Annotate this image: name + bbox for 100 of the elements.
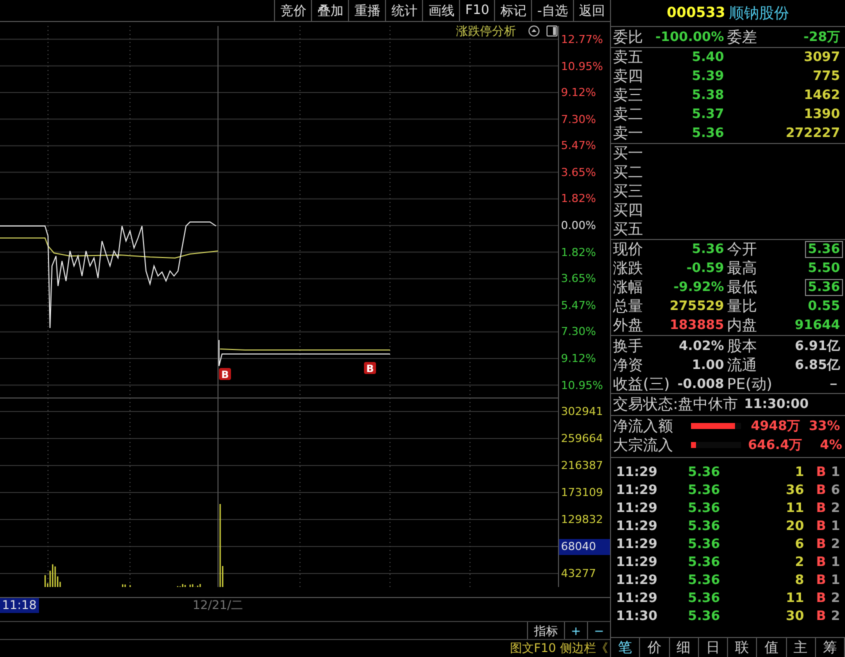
trade-time: 11:30	[615, 608, 658, 624]
trade-time: 11:29	[615, 518, 658, 534]
volume-axis-label: 68040	[559, 538, 610, 555]
volume-axis-label: 302941	[560, 404, 604, 420]
quote-label: 量比	[727, 297, 758, 316]
trade-count: 2	[830, 608, 841, 624]
flow-label: 大宗流入	[613, 436, 674, 454]
price-axis-label: 10.95%	[560, 378, 603, 394]
trade-price: 5.36	[686, 482, 721, 498]
quote-value: 275529	[668, 298, 725, 315]
quote-value: -0.59	[686, 260, 725, 277]
trade-volume: 1	[794, 464, 805, 480]
trade-time: 11:29	[615, 482, 658, 498]
ask-price: 5.37	[690, 106, 725, 123]
time-axis-label: 11:18	[0, 598, 39, 614]
price-axis-label: 5.47%	[560, 298, 596, 314]
trade-time: 11:29	[615, 536, 658, 552]
price-axis-label: 7.30%	[560, 324, 596, 340]
quote-value: 5.36	[804, 241, 843, 258]
price-axis-label: 5.47%	[560, 138, 596, 154]
quote-label: 委比	[613, 28, 644, 46]
quote-label: 净资	[613, 356, 644, 374]
trade-time: 11:29	[615, 554, 658, 570]
price-axis-label: 9.12%	[560, 350, 596, 366]
quote-label: 最高	[727, 259, 758, 278]
quote-value: 91644	[794, 317, 841, 334]
trade-volume: 20	[784, 518, 805, 534]
trade-price: 5.36	[686, 590, 721, 606]
trade-time: 11:29	[615, 572, 658, 588]
bid-label: 买四	[613, 201, 644, 220]
ask-price: 5.38	[690, 87, 725, 104]
bid-label: 买一	[613, 144, 644, 163]
volume-axis-label: 43277	[560, 566, 597, 582]
quote-label: 收益(三)	[613, 374, 669, 394]
price-axis-label: 3.65%	[560, 164, 596, 180]
bottom-link[interactable]: 图文F10	[508, 640, 558, 657]
quote-value: 183885	[668, 317, 725, 334]
bid-label: 买五	[613, 220, 644, 239]
stock-name: 顺钠股份	[729, 4, 790, 22]
flow-amount: 646.4万	[747, 437, 804, 455]
trade-count: 1	[830, 554, 841, 570]
stock-code: 000533	[666, 5, 726, 21]
flow-percent: 4%	[819, 436, 844, 454]
trade-side: B	[815, 482, 827, 498]
quote-value: -100.00%	[654, 28, 725, 46]
volume-axis-label: 216387	[560, 458, 604, 474]
date-label: 12/21/二	[192, 598, 244, 614]
expand-icon[interactable]	[528, 25, 540, 38]
trade-volume: 2	[794, 554, 805, 570]
trade-count: 2	[830, 500, 841, 516]
panel-toggle-icon[interactable]	[546, 25, 558, 38]
ask-volume: 775	[812, 68, 841, 85]
quote-value: 6.91亿	[794, 338, 841, 356]
quote-value: -0.008	[676, 376, 725, 392]
status-time: 11:30:00	[744, 397, 809, 412]
flow-percent: 33%	[808, 418, 841, 434]
trade-count: 2	[830, 536, 841, 552]
quote-label: 换手	[613, 336, 644, 356]
volume-axis-label: 129832	[560, 512, 604, 528]
price-axis-label: 3.65%	[560, 271, 596, 287]
buy-marker: B	[219, 368, 231, 382]
trade-volume: 11	[784, 590, 805, 606]
flow-amount: 4948万	[750, 418, 801, 436]
trade-count: 2	[830, 590, 841, 606]
quote-value: 5.36	[690, 241, 725, 258]
trade-time: 11:29	[615, 464, 658, 480]
ask-price: 5.36	[690, 125, 725, 142]
quote-label: 总量	[613, 297, 644, 316]
price-axis-label: 10.95%	[560, 58, 603, 74]
price-axis-label: 1.82%	[560, 191, 596, 207]
bottom-link[interactable]: 侧边栏《	[558, 640, 610, 657]
quote-value: -28万	[802, 29, 841, 47]
bid-label: 买三	[613, 182, 644, 201]
trade-count: 1	[830, 518, 841, 534]
bid-label: 买二	[613, 163, 644, 182]
quote-label: PE(动)	[727, 374, 774, 394]
ask-label: 卖四	[613, 67, 644, 86]
status-value: 盘中休市	[678, 395, 738, 414]
trade-volume: 11	[784, 500, 805, 516]
quote-value: 1.00	[690, 356, 725, 374]
price-axis-label: 0.00%	[560, 218, 596, 234]
trade-volume: 6	[794, 536, 805, 552]
flow-label: 净流入额	[613, 416, 674, 436]
quote-label: 现价	[613, 240, 644, 259]
trade-price: 5.36	[686, 464, 721, 480]
price-axis-label: 7.30%	[560, 112, 596, 128]
quote-value: 4.02%	[678, 338, 725, 354]
trade-price: 5.36	[686, 500, 721, 516]
quote-value: 5.36	[804, 279, 843, 296]
price-axis-label: 1.82%	[560, 244, 596, 260]
quote-value: -9.92%	[672, 279, 725, 296]
ask-price: 5.40	[690, 49, 725, 66]
quote-label: 涨幅	[613, 278, 644, 297]
ask-label: 卖三	[613, 86, 644, 105]
quote-label: 今开	[727, 240, 758, 259]
trade-count: 1	[830, 572, 841, 588]
quote-label: 委差	[727, 28, 758, 46]
trade-time: 11:29	[615, 500, 658, 516]
trade-volume: 30	[784, 608, 805, 624]
trade-price: 5.36	[686, 572, 721, 588]
